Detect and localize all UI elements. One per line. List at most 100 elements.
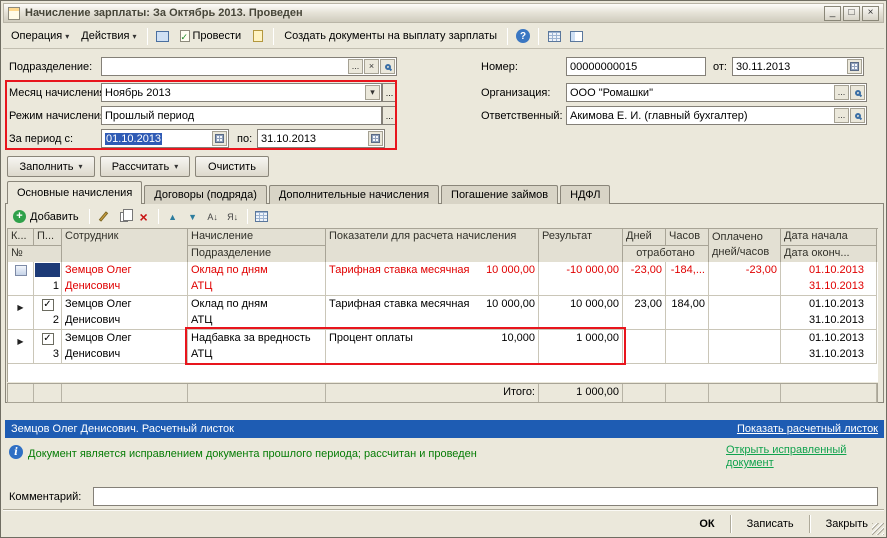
indicators-cell[interactable]: Процент оплаты 10,000 <box>326 330 539 364</box>
panes-view-button[interactable] <box>566 27 586 46</box>
table-row[interactable]: ▶ ✓ 2 Земцов Олег Денисович Оклад по дня… <box>7 296 878 330</box>
header-indicators[interactable]: Показатели для расчета начисления <box>326 229 539 263</box>
indicators-cell[interactable]: Тарифная ставка месячная 10 000,00 <box>326 296 539 330</box>
list-settings-button[interactable] <box>254 209 270 225</box>
row-checkbox[interactable]: ✓ <box>41 333 54 345</box>
organization-field[interactable]: ООО "Ромашки" ... <box>566 83 867 102</box>
close-form-button[interactable]: Закрыть <box>814 513 880 535</box>
paid-cell[interactable] <box>709 296 781 330</box>
organization-select-button[interactable]: ... <box>834 85 849 100</box>
header-department[interactable]: Подразделение <box>188 246 326 263</box>
responsible-select-button[interactable]: ... <box>834 108 849 123</box>
responsible-open-button[interactable] <box>850 108 865 123</box>
period-to-calendar-button[interactable] <box>368 131 383 146</box>
dates-cell[interactable]: 01.10.2013 31.10.2013 <box>781 296 877 330</box>
tab-loan-repayment[interactable]: Погашение займов <box>441 185 559 204</box>
header-paid[interactable]: Оплачено дней/часов <box>709 229 781 263</box>
month-dropdown-button[interactable]: ▾ <box>365 85 380 100</box>
number-field[interactable]: 00000000015 <box>566 57 706 76</box>
header-num[interactable]: № <box>8 246 62 263</box>
fill-button[interactable]: Заполнить ▾ <box>7 156 95 177</box>
paid-cell[interactable]: -23,00 <box>709 262 781 296</box>
sort-asc-button[interactable]: А↓ <box>205 209 221 225</box>
mode-more-button[interactable]: ... <box>382 106 397 125</box>
header-date-start[interactable]: Дата начала <box>781 229 877 246</box>
header-employee[interactable]: Сотрудник <box>62 229 188 263</box>
row-checkbox[interactable]: ✓ <box>41 299 54 311</box>
header-p[interactable]: П... <box>34 229 62 246</box>
tab-ndfl[interactable]: НДФЛ <box>560 185 611 204</box>
period-to-field[interactable]: 31.10.2013 <box>257 129 385 148</box>
comment-input[interactable] <box>93 487 878 506</box>
period-from-field[interactable]: 01.10.2013 <box>101 129 229 148</box>
hours-cell[interactable]: -184,... <box>666 262 709 296</box>
responsible-field[interactable]: Акимова Е. И. (главный бухгалтер) ... <box>566 106 867 125</box>
days-cell[interactable]: -23,00 <box>623 262 666 296</box>
mode-field[interactable]: Прошлый период <box>101 106 382 125</box>
accrual-cell[interactable]: Оклад по дням АТЦ <box>188 262 326 296</box>
dates-cell[interactable]: 01.10.2013 31.10.2013 <box>781 330 877 364</box>
header-accrual[interactable]: Начисление <box>188 229 326 246</box>
sort-desc-button[interactable]: Я↓ <box>225 209 241 225</box>
create-based-on-button[interactable] <box>248 27 268 46</box>
department-field[interactable]: ... × <box>101 57 397 76</box>
days-cell[interactable] <box>623 330 666 364</box>
ok-button[interactable]: ОК <box>687 513 726 535</box>
table-row[interactable]: ▶ ✓ 3 Земцов Олег Денисович Надбавка за … <box>7 330 878 364</box>
paid-cell[interactable] <box>709 330 781 364</box>
month-more-button[interactable]: ... <box>382 83 397 102</box>
hours-cell[interactable]: 184,00 <box>666 296 709 330</box>
create-payout-docs-button[interactable]: Создать документы на выплату зарплаты <box>279 27 502 45</box>
table-row[interactable]: 1 Земцов Олег Денисович Оклад по дням АТ… <box>7 262 878 296</box>
title-bar[interactable]: Начисление зарплаты: За Октябрь 2013. Пр… <box>3 3 884 23</box>
tab-contracts[interactable]: Договоры (подряда) <box>144 185 267 204</box>
write-button[interactable]: Записать <box>735 513 806 535</box>
resize-grip[interactable] <box>872 523 884 535</box>
row-status-cell[interactable] <box>8 262 34 296</box>
header-worked[interactable]: отработано <box>623 246 709 263</box>
add-row-button[interactable]: + Добавить <box>9 210 83 223</box>
accrual-cell[interactable]: Надбавка за вредность АТЦ <box>188 330 326 364</box>
row-status-cell[interactable]: ▶ <box>8 330 34 364</box>
dates-cell[interactable]: 01.10.2013 31.10.2013 <box>781 262 877 296</box>
document-movements-button[interactable] <box>153 27 173 46</box>
tab-additional-accruals[interactable]: Дополнительные начисления <box>268 185 440 204</box>
date-calendar-button[interactable] <box>847 59 862 74</box>
header-hours[interactable]: Часов <box>666 229 709 246</box>
move-up-button[interactable]: ▲ <box>165 209 181 225</box>
header-days[interactable]: Дней <box>623 229 666 246</box>
clear-button[interactable]: Очистить <box>195 156 269 177</box>
header-result[interactable]: Результат <box>539 229 623 263</box>
employee-cell[interactable]: Земцов Олег Денисович <box>62 262 188 296</box>
header-date-end[interactable]: Дата оконч... <box>781 246 877 263</box>
department-select-button[interactable]: ... <box>348 59 363 74</box>
row-select-cell[interactable]: ✓ 2 <box>34 296 62 330</box>
maximize-button[interactable]: □ <box>843 5 860 21</box>
post-button[interactable]: Провести <box>175 27 247 45</box>
organization-open-button[interactable] <box>850 85 865 100</box>
department-clear-button[interactable]: × <box>364 59 379 74</box>
help-button[interactable]: ? <box>513 27 533 46</box>
tab-main-accruals[interactable]: Основные начисления <box>7 181 143 204</box>
department-open-button[interactable] <box>380 59 395 74</box>
edit-row-button[interactable] <box>96 209 112 225</box>
hours-cell[interactable] <box>666 330 709 364</box>
row-select-cell[interactable]: ✓ 3 <box>34 330 62 364</box>
table-view-button[interactable] <box>544 27 564 46</box>
move-down-button[interactable]: ▼ <box>185 209 201 225</box>
row-select-cell[interactable]: 1 <box>34 262 62 296</box>
copy-row-button[interactable] <box>116 208 133 225</box>
actions-menu-button[interactable]: Действия ▾ <box>76 27 141 45</box>
employee-cell[interactable]: Земцов Олег Денисович <box>62 330 188 364</box>
row-status-cell[interactable]: ▶ <box>8 296 34 330</box>
accrual-cell[interactable]: Оклад по дням АТЦ <box>188 296 326 330</box>
minimize-button[interactable]: _ <box>824 5 841 21</box>
calculate-button[interactable]: Рассчитать ▾ <box>100 156 190 177</box>
date-field[interactable]: 30.11.2013 <box>732 57 864 76</box>
result-cell[interactable]: -10 000,00 <box>539 262 623 296</box>
show-payslip-link[interactable]: Показать расчетный листок <box>737 423 878 435</box>
result-cell[interactable]: 10 000,00 <box>539 296 623 330</box>
employee-cell[interactable]: Земцов Олег Денисович <box>62 296 188 330</box>
period-from-calendar-button[interactable] <box>212 131 227 146</box>
indicators-cell[interactable]: Тарифная ставка месячная 10 000,00 <box>326 262 539 296</box>
